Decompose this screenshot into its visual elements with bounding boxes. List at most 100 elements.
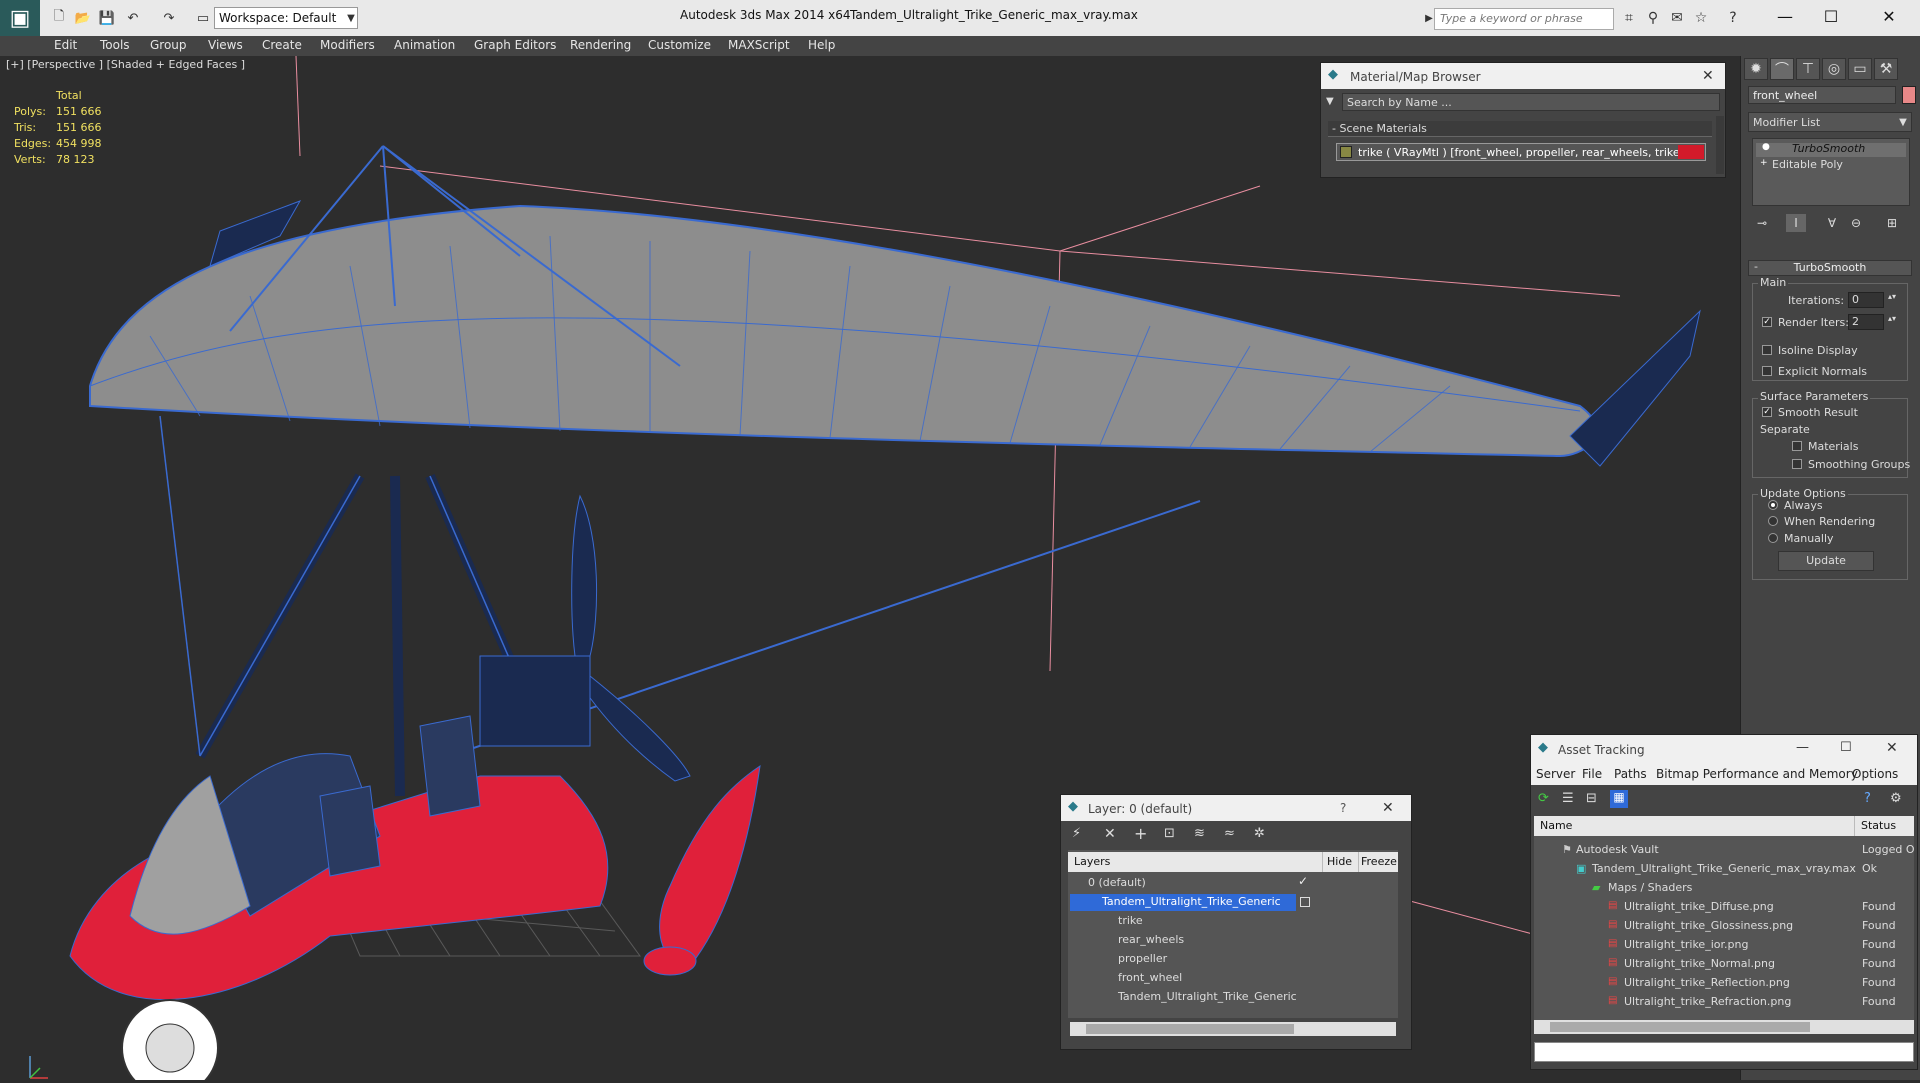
menu-views[interactable]: Views [208,38,243,52]
highlight-layer-icon[interactable]: ≋ [1194,826,1205,841]
rollout-turbosmooth[interactable]: TurboSmooth [1748,260,1912,276]
menu-options[interactable]: Options [1852,767,1898,781]
refresh-icon[interactable]: ⟳ [1538,791,1549,806]
scrollbar-thumb[interactable] [1086,1024,1294,1034]
update-button[interactable]: Update [1778,551,1874,571]
table-view-icon[interactable]: ▦ [1610,790,1628,808]
motion-tab-icon[interactable]: ◎ [1822,58,1846,80]
layer-row-6[interactable]: Tandem_Ultralight_Trike_Generic [1118,990,1297,1003]
materials-checkbox[interactable] [1792,441,1802,451]
subscription-icon[interactable]: ⚲ [1642,8,1664,28]
current-layer-box[interactable] [1300,897,1310,907]
chevron-down-icon[interactable]: ▼ [344,8,358,28]
app-logo-icon[interactable]: ▣ [0,0,40,36]
workspace-dropdown[interactable]: Workspace: Default [214,7,358,29]
col-layers-header[interactable]: Layers [1068,852,1322,872]
menu-graph-editors[interactable]: Graph Editors [474,38,556,52]
viewport-label[interactable]: [+] [Perspective ] [Shaded + Edged Faces… [6,58,245,71]
close-icon[interactable]: ✕ [1702,68,1714,84]
menu-rendering[interactable]: Rendering [570,38,631,52]
asset-row-name[interactable]: Tandem_Ultralight_Trike_Generic_max_vray… [1592,862,1856,875]
help-icon[interactable]: ? [1722,8,1744,28]
col-name-header[interactable]: Name [1534,816,1854,836]
menu-bitmap-performance[interactable]: Bitmap Performance and Memory [1656,767,1858,781]
col-status-header[interactable]: Status [1854,816,1914,836]
lightbulb-icon[interactable]: ● [1762,142,1770,152]
hide-all-icon[interactable]: ≈ [1224,826,1235,841]
material-search-input[interactable]: Search by Name ... [1342,93,1720,111]
menu-create[interactable]: Create [262,38,302,52]
iterations-spinner[interactable]: 0 [1848,292,1884,308]
layer-row-0[interactable]: 0 (default) [1088,876,1146,889]
layer-row-2[interactable]: trike [1118,914,1143,927]
update-manually-radio[interactable] [1768,533,1778,543]
render-iters-checkbox[interactable]: ✓ [1762,317,1772,327]
stack-item-turbosmooth[interactable]: TurboSmooth [1792,142,1865,155]
menu-customize[interactable]: Customize [648,38,711,52]
scrollbar-thumb[interactable] [1550,1022,1810,1032]
rollout-collapse-icon[interactable]: - [1754,260,1758,273]
menu-group[interactable]: Group [150,38,187,52]
menu-modifiers[interactable]: Modifiers [320,38,375,52]
menu-server[interactable]: Server [1536,767,1575,781]
show-end-result-icon[interactable]: Ⅰ [1786,214,1806,232]
help-icon[interactable]: ? [1340,801,1346,815]
minimize-icon[interactable]: — [1762,2,1808,30]
isoline-display-checkbox[interactable] [1762,345,1772,355]
freeze-all-icon[interactable]: ✲ [1254,826,1265,841]
modifier-list-dropdown[interactable]: Modifier List [1748,112,1912,132]
asset-row-name[interactable]: Ultralight_trike_Normal.png [1624,957,1775,970]
render-iters-spinner[interactable]: 2 [1848,314,1884,330]
spinner-arrows-icon[interactable]: ▴▾ [1888,314,1896,323]
minimize-icon[interactable]: — [1796,740,1809,755]
utilities-tab-icon[interactable]: ⚒ [1874,58,1898,80]
make-unique-icon[interactable]: ∀ [1822,214,1842,232]
maximize-icon[interactable]: ☐ [1840,740,1852,755]
close-icon[interactable]: ✕ [1866,2,1912,30]
asset-row-name[interactable]: Maps / Shaders [1608,881,1692,894]
col-freeze-header[interactable]: Freeze [1358,852,1398,872]
project-folder-icon[interactable]: ▭ [192,8,214,28]
layer-row-1[interactable]: Tandem_Ultralight_Trike_Generic [1102,895,1281,908]
layer-row-5[interactable]: front_wheel [1118,971,1182,984]
spinner-arrows-icon[interactable]: ▴▾ [1888,292,1896,301]
tree-view-icon[interactable]: ⊟ [1586,791,1597,806]
remove-modifier-icon[interactable]: ⊖ [1846,214,1866,232]
chevron-down-icon[interactable]: ▼ [1894,112,1912,132]
create-tab-icon[interactable]: ✹ [1744,58,1768,80]
open-file-icon[interactable]: 📂 [72,8,94,28]
material-browser-scrollbar[interactable] [1716,116,1724,174]
asset-row-name[interactable]: Ultralight_trike_ior.png [1624,938,1748,951]
perspective-viewport[interactable] [0,55,1740,1083]
menu-animation[interactable]: Animation [394,38,455,52]
favorites-star-icon[interactable]: ☆ [1690,8,1712,28]
settings-icon[interactable]: ⚙ [1890,791,1902,806]
asset-path-field[interactable] [1534,1042,1914,1062]
asset-row-name[interactable]: Ultralight_trike_Refraction.png [1624,995,1791,1008]
asset-row-name[interactable]: Ultralight_trike_Glossiness.png [1624,919,1793,932]
smoothing-groups-checkbox[interactable] [1792,459,1802,469]
close-icon[interactable]: ✕ [1886,740,1898,756]
new-file-icon[interactable]: 🗋 [48,8,70,28]
options-arrow-icon[interactable]: ▼ [1326,96,1334,107]
pin-stack-icon[interactable]: ⊸ [1752,214,1772,232]
asset-row-name[interactable]: Ultralight_trike_Diffuse.png [1624,900,1774,913]
redo-icon[interactable]: ↷ [158,8,180,28]
configure-sets-icon[interactable]: ⊞ [1882,214,1902,232]
menu-edit[interactable]: Edit [54,38,77,52]
menu-maxscript[interactable]: MAXScript [728,38,790,52]
menu-tools[interactable]: Tools [100,38,130,52]
expand-plus-icon[interactable]: + [1760,158,1768,168]
scene-materials-section[interactable]: - Scene Materials [1328,121,1712,137]
hierarchy-tab-icon[interactable]: ⊤ [1796,58,1820,80]
menu-paths[interactable]: Paths [1614,767,1647,781]
modify-tab-icon[interactable]: ⌒ [1770,58,1794,80]
menu-file[interactable]: File [1582,767,1602,781]
update-always-radio[interactable] [1768,500,1778,510]
col-hide-header[interactable]: Hide [1322,852,1358,872]
keyword-search-input[interactable]: Type a keyword or phrase [1434,8,1614,30]
delete-layer-icon[interactable]: ✕ [1104,826,1116,842]
layer-row-3[interactable]: rear_wheels [1118,933,1184,946]
smooth-result-checkbox[interactable]: ✓ [1762,407,1772,417]
object-name-field[interactable]: front_wheel [1748,86,1896,104]
